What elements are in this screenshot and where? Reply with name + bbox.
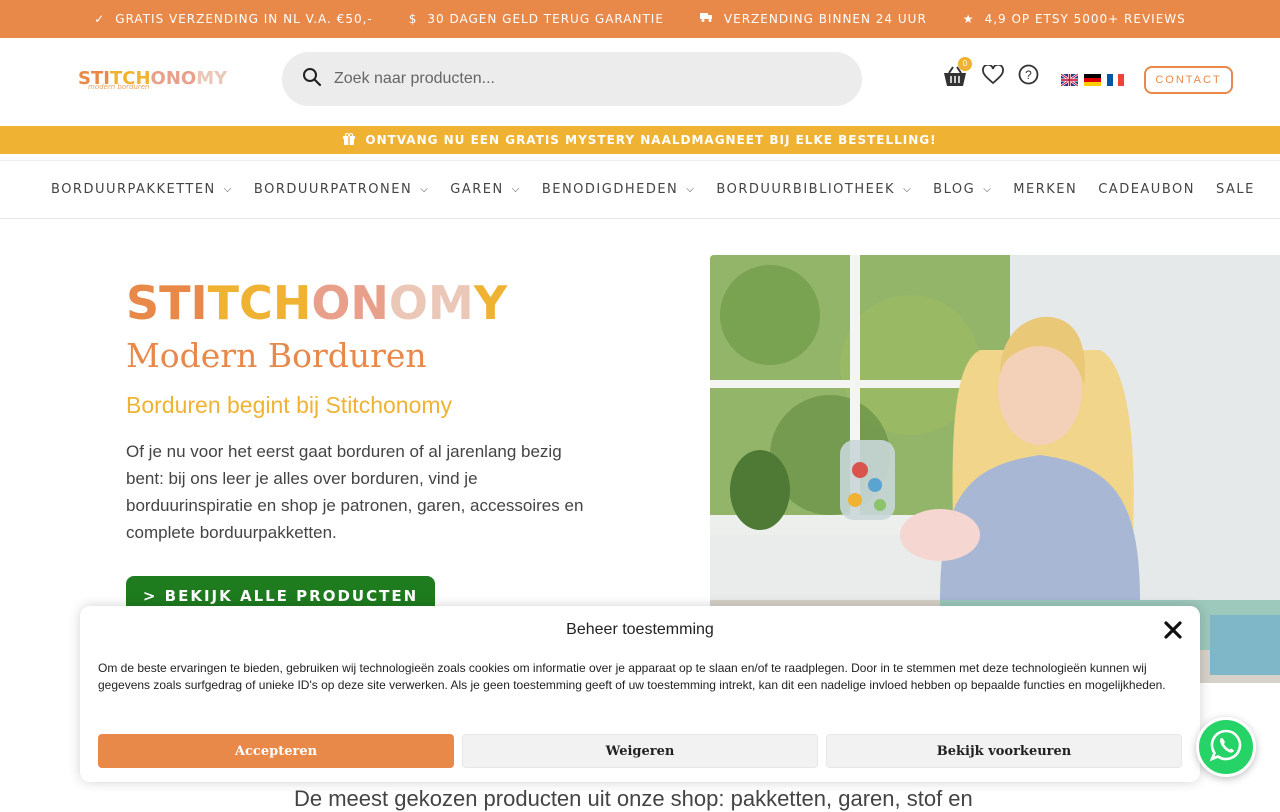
chevron-down-icon: ⌵ (420, 184, 430, 195)
nav-item-sale[interactable]: SALE (1216, 182, 1255, 197)
nav-label: CADEAUBON (1098, 182, 1195, 197)
nav-item-borduurpakketten[interactable]: BORDUURPAKKETTEN ⌵ (51, 182, 233, 197)
nav-item-blog[interactable]: BLOG ⌵ (933, 182, 992, 197)
main-nav: BORDUURPAKKETTEN ⌵ BORDUURPATRONEN ⌵ GAREN… (0, 160, 1280, 219)
cart-count-badge: 0 (958, 56, 972, 71)
consent-text: Om de beste ervaringen te bieden, gebrui… (98, 661, 1166, 692)
promo-item-shipping: ✓ GRATIS VERZENDING IN NL V.A. €50,- (94, 12, 373, 26)
promo-label: 4,9 OP ETSY 5000+ REVIEWS (984, 12, 1186, 26)
hero-logo-letter: M (428, 276, 474, 330)
hero-title: Modern Borduren (126, 336, 427, 375)
nav-label: BORDUURPAKKETTEN (51, 182, 216, 197)
promo-item-guarantee: $ 30 DAGEN GELD TERUG GARANTIE (409, 12, 664, 26)
view-preferences-button[interactable]: Bekijk voorkeuren (826, 734, 1182, 768)
nav-label: MERKEN (1013, 182, 1078, 197)
search-icon[interactable] (302, 67, 322, 91)
basket-icon (942, 65, 968, 92)
nav-label: BLOG (933, 182, 976, 197)
chevron-down-icon: ⌵ (511, 184, 521, 195)
hero-logo: STITCHONOMY (126, 276, 507, 330)
announcement-text: ONTVANG NU EEN GRATIS MYSTERY NAALDMAGNE… (365, 133, 937, 147)
nav-item-cadeaubon[interactable]: CADEAUBON (1098, 182, 1195, 197)
logo-tagline: modern borduren (88, 83, 150, 91)
hero-logo-letter: I (190, 276, 208, 330)
search-bar[interactable] (282, 52, 862, 106)
hero-logo-letter: O (311, 276, 351, 330)
nav-label: GAREN (450, 182, 504, 197)
nav-item-borduurpatronen[interactable]: BORDUURPATRONEN ⌵ (254, 182, 429, 197)
hero-logo-letter: N (350, 276, 389, 330)
promo-label: VERZENDING BINNEN 24 UUR (723, 12, 927, 26)
nav-label: BORDUURBIBLIOTHEEK (716, 182, 896, 197)
search-input[interactable] (334, 70, 814, 88)
cookie-consent-dialog: Beheer toestemming Om de beste ervaringe… (80, 606, 1200, 782)
chevron-down-icon: ⌵ (686, 184, 696, 195)
nav-item-garen[interactable]: GAREN ⌵ (450, 182, 521, 197)
promo-label: 30 DAGEN GELD TERUG GARANTIE (427, 12, 664, 26)
header-icons: 0 ? (942, 56, 1124, 89)
nav-item-benodigdheden[interactable]: BENODIGDHEDEN ⌵ (542, 182, 696, 197)
announcement-bar: ONTVANG NU EEN GRATIS MYSTERY NAALDMAGNE… (0, 126, 1280, 154)
promo-bar: ✓ GRATIS VERZENDING IN NL V.A. €50,- $ 3… (0, 0, 1280, 38)
hero-logo-letter: T (207, 276, 240, 330)
consent-title: Beheer toestemming (566, 621, 714, 638)
promo-item-reviews: ★ 4,9 OP ETSY 5000+ REVIEWS (963, 12, 1186, 26)
promo-label: GRATIS VERZENDING IN NL V.A. €50,- (115, 12, 373, 26)
hero-logo-letter: S (126, 276, 160, 330)
nav-item-merken[interactable]: MERKEN (1013, 182, 1077, 197)
nav-label: SALE (1215, 182, 1255, 197)
site-header: STITCHONOMY modern borduren 0 ? (0, 38, 1280, 126)
close-icon[interactable] (1162, 619, 1184, 641)
wishlist-heart-icon[interactable] (982, 63, 1004, 89)
check-icon: ✓ (94, 12, 106, 26)
hero-logo-letter: T (159, 276, 191, 330)
language-switcher (1060, 71, 1124, 87)
promo-item-delivery: VERZENDING BINNEN 24 UUR (699, 12, 927, 26)
cart-button[interactable]: 0 (942, 56, 972, 88)
flag-fr-icon[interactable] (1107, 71, 1124, 86)
svg-text:?: ? (1025, 68, 1032, 82)
flag-de-icon[interactable] (1084, 71, 1101, 86)
hero-description: Of je nu voor het eerst gaat borduren of… (126, 442, 584, 542)
whatsapp-icon (1209, 728, 1243, 766)
section-intro-text: De meest gekozen producten uit onze shop… (294, 786, 973, 811)
gift-icon (343, 132, 356, 148)
contact-button[interactable]: CONTACT (1144, 66, 1233, 94)
nav-label: BORDUURPATRONEN (253, 182, 413, 197)
coin-icon: $ (408, 12, 418, 26)
deny-button[interactable]: Weigeren (462, 734, 818, 768)
hero-logo-letter: C (239, 276, 273, 330)
truck-icon (699, 12, 714, 26)
star-icon: ★ (962, 12, 975, 26)
help-question-icon[interactable]: ? (1018, 64, 1039, 89)
nav-label: BENODIGDHEDEN (541, 182, 679, 197)
hero-logo-letter: Y (473, 276, 508, 330)
hero-subtitle: Borduren begint bij Stitchonomy (126, 392, 453, 418)
hero-logo-letter: H (272, 276, 312, 330)
hero-logo-letter: O (388, 276, 429, 330)
flag-uk-icon[interactable] (1060, 71, 1079, 87)
chevron-down-icon: ⌵ (223, 184, 233, 195)
chevron-down-icon: ⌵ (903, 184, 913, 195)
site-logo[interactable]: STITCHONOMY modern borduren (78, 68, 227, 91)
whatsapp-chat-button[interactable] (1196, 717, 1256, 777)
nav-item-borduurbibliotheek[interactable]: BORDUURBIBLIOTHEEK ⌵ (716, 182, 912, 197)
accept-button[interactable]: Accepteren (98, 734, 454, 768)
chevron-down-icon: ⌵ (983, 184, 993, 195)
